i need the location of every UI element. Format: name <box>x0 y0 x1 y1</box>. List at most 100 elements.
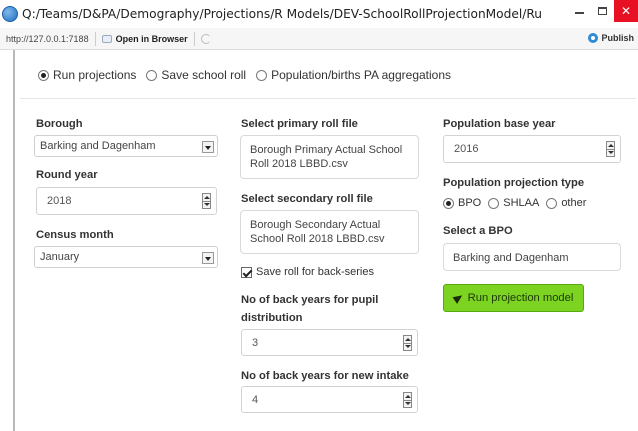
radio-label: BPO <box>458 197 482 209</box>
back-years-pupil-spinner[interactable] <box>403 335 412 351</box>
secondary-roll-label: Select secondary roll file <box>241 193 373 205</box>
census-month-select[interactable]: January <box>34 246 218 268</box>
secondary-roll-select[interactable]: Borough Secondary Actual School Roll 201… <box>240 210 419 254</box>
round-year-label: Round year <box>36 169 98 181</box>
minimize-icon <box>574 12 584 14</box>
round-year-value: 2018 <box>47 195 72 207</box>
projection-type-label: Population projection type <box>443 177 585 189</box>
pop-base-year-input[interactable]: 2016 <box>443 135 621 163</box>
save-roll-checkbox-row[interactable]: Save roll for back-series <box>241 266 374 278</box>
browser-icon <box>101 34 112 43</box>
run-button-label: Run projection model <box>467 292 574 304</box>
rstudio-app-icon <box>2 6 18 22</box>
radio-button[interactable] <box>443 197 454 209</box>
projection-type-radio-group: BPO SHLAA other <box>443 197 593 209</box>
round-year-spinner[interactable] <box>202 193 211 209</box>
spin-up-icon[interactable] <box>405 338 411 341</box>
radio-label: Save school roll <box>161 68 247 82</box>
radio-button[interactable] <box>546 197 558 209</box>
mode-radio-group: Run projections Save school roll Populat… <box>38 68 461 82</box>
publish-button[interactable]: Publish <box>588 33 634 43</box>
publish-label: Publish <box>601 33 634 43</box>
window-titlebar: Q:/Teams/D&PA/Demography/Projections/R M… <box>0 0 638 28</box>
bpo-label: Select a BPO <box>443 225 513 237</box>
run-projection-model-button[interactable]: Run projection model <box>443 284 584 312</box>
spin-divider <box>404 400 411 401</box>
back-years-pupil-label-line-1: No of back years for pupil <box>241 294 379 306</box>
round-year-input[interactable]: 2018 <box>36 187 217 215</box>
toolbar-separator <box>193 31 195 46</box>
radio-button[interactable] <box>146 69 158 81</box>
maximize-icon <box>597 7 607 15</box>
projection-type-other[interactable]: other <box>546 197 586 209</box>
bpo-value: Barking and Dagenham <box>453 252 569 264</box>
spin-divider <box>607 149 614 150</box>
radio-button[interactable] <box>38 69 49 81</box>
save-roll-checkbox[interactable] <box>241 266 252 278</box>
back-years-pupil-label-line-2: distribution <box>241 312 303 324</box>
mode-population-births-aggregations[interactable]: Population/births PA aggregations <box>256 68 451 82</box>
primary-roll-select[interactable]: Borough Primary Actual School Roll 2018 … <box>240 135 419 179</box>
spin-up-icon[interactable] <box>608 144 614 147</box>
minimize-button[interactable] <box>568 0 590 22</box>
close-button[interactable]: ✕ <box>614 0 638 22</box>
radio-button[interactable] <box>256 69 268 81</box>
dropdown-arrow-icon[interactable] <box>202 141 214 153</box>
left-frame-bar <box>13 50 15 431</box>
radio-button[interactable] <box>488 197 500 209</box>
primary-roll-line-2: Roll 2018 LBBD.csv <box>250 158 348 170</box>
radio-label: Run projections <box>53 68 137 82</box>
primary-roll-line-1: Borough Primary Actual School <box>250 144 403 156</box>
section-divider <box>20 98 636 99</box>
census-month-value: January <box>40 251 80 263</box>
app-url: http://127.0.0.1:7188 <box>6 33 89 44</box>
spin-divider <box>404 343 411 344</box>
publish-icon <box>588 33 599 43</box>
toolbar-separator <box>94 31 96 46</box>
mode-run-projections[interactable]: Run projections <box>38 68 136 82</box>
back-years-intake-value: 4 <box>252 394 259 406</box>
pop-base-year-spinner[interactable] <box>606 141 615 157</box>
secondary-roll-line-2: School Roll 2018 LBBD.csv <box>250 233 385 245</box>
spin-divider <box>203 201 210 202</box>
radio-label: SHLAA <box>503 197 540 209</box>
radio-label: Population/births PA aggregations <box>271 68 452 82</box>
maximize-button[interactable] <box>590 0 614 22</box>
mode-save-school-roll[interactable]: Save school roll <box>146 68 246 82</box>
projection-type-shlaa[interactable]: SHLAA <box>488 197 539 209</box>
viewer-toolbar: http://127.0.0.1:7188 Open in Browser Pu… <box>0 28 638 50</box>
back-years-intake-spinner[interactable] <box>403 392 412 408</box>
back-years-pupil-value: 3 <box>252 337 259 349</box>
left-frame-edge <box>0 50 15 431</box>
spin-up-icon[interactable] <box>405 395 411 398</box>
spin-down-icon[interactable] <box>405 402 411 405</box>
rocket-icon <box>452 292 465 304</box>
back-years-intake-input[interactable]: 4 <box>241 386 418 413</box>
pop-base-year-value: 2016 <box>454 143 479 155</box>
open-in-browser-label: Open in Browser <box>115 33 188 44</box>
borough-value: Barking and Dagenham <box>40 140 156 152</box>
close-icon: ✕ <box>620 4 632 18</box>
back-years-pupil-input[interactable]: 3 <box>241 329 418 356</box>
primary-roll-label: Select primary roll file <box>241 118 358 130</box>
save-roll-label: Save roll for back-series <box>256 266 374 278</box>
dropdown-arrow-icon[interactable] <box>202 252 214 264</box>
spin-down-icon[interactable] <box>204 203 210 206</box>
bpo-select[interactable]: Barking and Dagenham <box>443 243 621 271</box>
borough-select[interactable]: Barking and Dagenham <box>34 135 218 157</box>
secondary-roll-line-1: Borough Secondary Actual <box>250 219 381 231</box>
primary-roll-value: Borough Primary Actual School Roll 2018 … <box>250 143 402 171</box>
census-month-label: Census month <box>36 229 114 241</box>
refresh-icon[interactable] <box>200 33 211 44</box>
back-years-pupil-label: No of back years for pupil distribution <box>241 291 378 327</box>
pop-base-year-label: Population base year <box>443 118 556 130</box>
secondary-roll-value: Borough Secondary Actual School Roll 201… <box>250 218 385 246</box>
spin-down-icon[interactable] <box>608 151 614 154</box>
spin-down-icon[interactable] <box>405 345 411 348</box>
back-years-intake-label: No of back years for new intake <box>241 370 409 382</box>
open-in-browser-button[interactable]: Open in Browser <box>101 33 188 44</box>
spin-up-icon[interactable] <box>204 196 210 199</box>
borough-label: Borough <box>36 118 83 130</box>
projection-type-bpo[interactable]: BPO <box>443 197 481 209</box>
radio-label: other <box>561 197 587 209</box>
